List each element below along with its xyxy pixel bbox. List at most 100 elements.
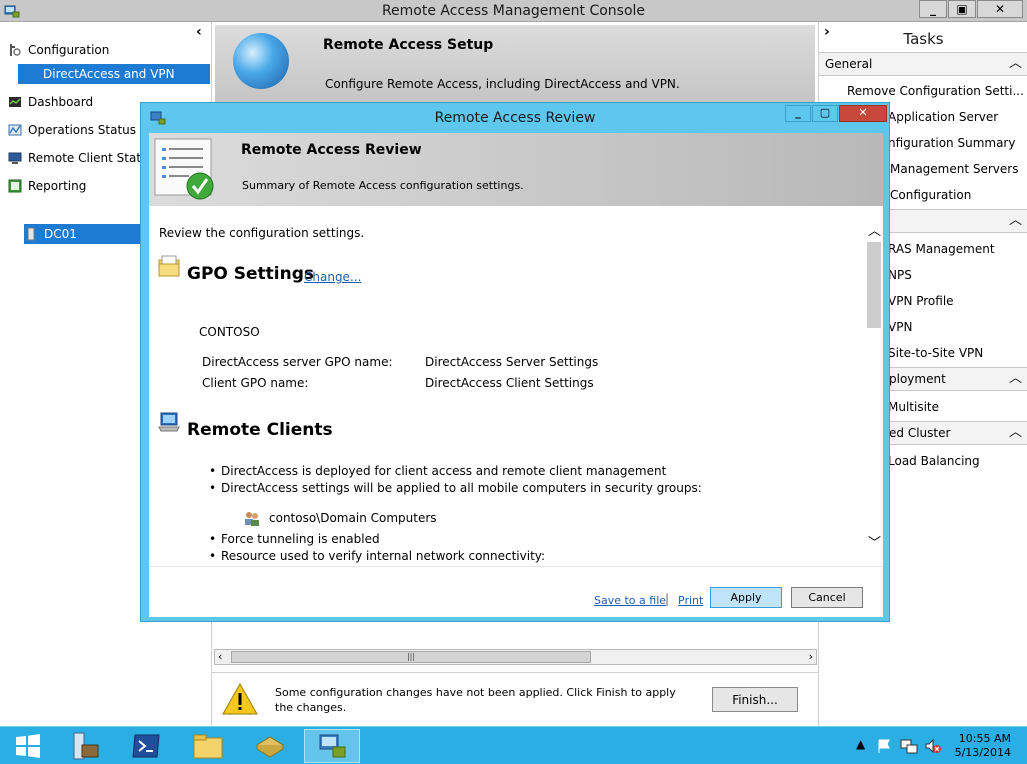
task-nps[interactable]: NPS <box>888 268 912 282</box>
review-content[interactable]: Review the configuration settings. GPO S… <box>149 206 883 566</box>
nav-item-label: Reporting <box>28 179 87 193</box>
setup-title: Remote Access Setup <box>323 37 494 53</box>
maximize-button[interactable]: ▣ <box>948 0 976 18</box>
network-icon[interactable] <box>900 738 918 754</box>
collapse-nav-icon[interactable]: ‹ <box>196 24 202 40</box>
nav-item-label: Dashboard <box>28 95 94 109</box>
scroll-thumb[interactable]: ||| <box>231 651 591 663</box>
pending-changes-bar: Some configuration changes have not been… <box>212 672 818 726</box>
nav-item-label: Remote Client Status <box>28 151 155 165</box>
checklist-icon <box>154 138 214 200</box>
gpo-settings-title: GPO Settings <box>187 264 315 284</box>
task-site-to-site-vpn[interactable]: Site-to-Site VPN <box>888 346 983 360</box>
nav-item-label: Operations Status <box>28 123 137 137</box>
setup-desc: Configure Remote Access, including Direc… <box>325 77 680 91</box>
task-remove-configuration[interactable]: Remove Configuration Setti... <box>847 84 1024 98</box>
save-to-file-link[interactable]: Save to a file <box>594 594 666 607</box>
print-link[interactable]: Print <box>678 594 703 607</box>
nav-item-label: Configuration <box>28 43 110 57</box>
chevron-up-icon[interactable]: ︿ <box>1009 422 1022 444</box>
start-button[interactable] <box>0 729 56 763</box>
operations-status-icon <box>8 124 22 136</box>
volume-muted-icon[interactable] <box>924 738 942 754</box>
cancel-button[interactable]: Cancel <box>791 587 863 608</box>
chevron-up-icon[interactable]: ︿ <box>1009 368 1022 390</box>
remote-client-icon <box>8 152 22 164</box>
taskbar-powershell[interactable] <box>118 729 174 763</box>
taskbar-file-explorer[interactable] <box>180 729 236 763</box>
dialog-close-button[interactable]: ✕ <box>839 105 887 122</box>
scroll-right-icon[interactable]: › <box>809 650 813 664</box>
finish-button[interactable]: Finish... <box>712 687 798 712</box>
system-clock[interactable]: 10:55 AM 5/13/2014 <box>955 732 1011 760</box>
footer-separator: | <box>665 592 670 606</box>
nav-item-remote-client-status[interactable]: Remote Client Status <box>8 148 155 168</box>
task-configuration-summary[interactable]: nfiguration Summary <box>888 136 1015 150</box>
main-titlebar: Remote Access Management Console _ ▣ ✕ <box>0 0 1027 22</box>
chevron-up-icon[interactable]: ︿ <box>1009 53 1022 75</box>
warning-icon <box>222 683 258 715</box>
setup-banner: Remote Access Setup Configure Remote Acc… <box>215 25 815 105</box>
client-gpo-value: DirectAccess Client Settings <box>425 376 594 390</box>
minimize-button[interactable]: _ <box>919 0 947 18</box>
nav-item-configuration[interactable]: Configuration <box>8 40 109 60</box>
taskbar-remote-access-console[interactable] <box>304 729 360 763</box>
taskbar: ▲ 10:55 AM 5/13/2014 <box>0 726 1027 764</box>
nav-item-reporting[interactable]: Reporting <box>8 176 86 196</box>
remote-clients-icon <box>158 412 180 432</box>
folder-icon <box>193 734 223 759</box>
apply-button[interactable]: Apply <box>710 587 782 608</box>
security-group-name: contoso\Domain Computers <box>269 511 437 525</box>
reporting-icon <box>8 179 22 193</box>
client-bullet: DirectAccess settings will be applied to… <box>209 481 702 495</box>
task-vpn[interactable]: VPN <box>888 320 912 334</box>
server-icon <box>27 227 35 241</box>
task-application-server[interactable]: Application Server <box>888 110 998 124</box>
task-ras-management[interactable]: RAS Management <box>888 242 995 256</box>
nav-item-operations-status[interactable]: Operations Status <box>8 120 136 140</box>
gpo-domain: CONTOSO <box>199 325 260 339</box>
review-scrollbar[interactable]: ︿ ﹀ <box>865 214 883 562</box>
task-configuration[interactable]: Configuration <box>890 188 971 202</box>
configuration-icon <box>10 44 21 56</box>
nav-item-dashboard[interactable]: Dashboard <box>8 92 93 112</box>
window-title: Remote Access Management Console <box>381 3 646 19</box>
windows-logo-icon <box>16 734 40 758</box>
scroll-thumb[interactable] <box>867 242 881 328</box>
task-management-servers[interactable]: Management Servers <box>890 162 1018 176</box>
server-gpo-label: DirectAccess server GPO name: <box>202 355 393 369</box>
dialog-minimize-button[interactable]: _ <box>785 105 811 122</box>
dialog-head-desc: Summary of Remote Access configuration s… <box>242 179 524 192</box>
scroll-down-icon[interactable]: ﹀ <box>868 532 881 551</box>
nav-item-label: DirectAccess and VPN <box>43 67 175 81</box>
scroll-up-icon[interactable]: ︿ <box>868 220 881 239</box>
dialog-titlebar: Remote Access Review _ ▢ ✕ <box>141 103 889 133</box>
dashboard-icon <box>9 97 21 107</box>
dialog-footer: Save to a file | Print Apply Cancel <box>149 566 883 617</box>
remote-access-review-dialog: Remote Access Review _ ▢ ✕ Remote Access… <box>140 102 890 622</box>
warning-text: Some configuration changes have not been… <box>275 686 676 714</box>
taskbar-server-manager[interactable] <box>56 729 112 763</box>
show-hidden-icons[interactable]: ▲ <box>856 737 865 751</box>
task-group-label: General <box>825 57 873 71</box>
task-load-balancing[interactable]: Load Balancing <box>888 454 980 468</box>
nav-item-directaccess-vpn[interactable]: DirectAccess and VPN <box>18 64 210 84</box>
clock-time: 10:55 AM <box>958 732 1011 745</box>
change-gpo-link[interactable]: Change... <box>304 270 361 284</box>
close-button[interactable]: ✕ <box>977 0 1023 18</box>
review-intro: Review the configuration settings. <box>159 226 365 240</box>
remote-clients-title: Remote Clients <box>187 420 333 440</box>
taskbar-tools[interactable] <box>242 729 298 763</box>
server-gpo-value: DirectAccess Server Settings <box>425 355 599 369</box>
chevron-up-icon[interactable]: ︿ <box>1009 210 1022 232</box>
task-multisite[interactable]: Multisite <box>888 400 939 414</box>
dialog-header: Remote Access Review Summary of Remote A… <box>149 133 883 206</box>
task-group-general[interactable]: General ︿ <box>819 52 1027 76</box>
horizontal-scrollbar[interactable]: ‹ ||| › <box>214 649 817 665</box>
dialog-maximize-button[interactable]: ▢ <box>812 105 838 122</box>
task-vpn-profile[interactable]: VPN Profile <box>888 294 954 308</box>
dialog-head-title: Remote Access Review <box>241 142 422 158</box>
scroll-left-icon[interactable]: ‹ <box>218 650 222 664</box>
flag-icon[interactable] <box>876 738 892 754</box>
client-gpo-label: Client GPO name: <box>202 376 309 390</box>
